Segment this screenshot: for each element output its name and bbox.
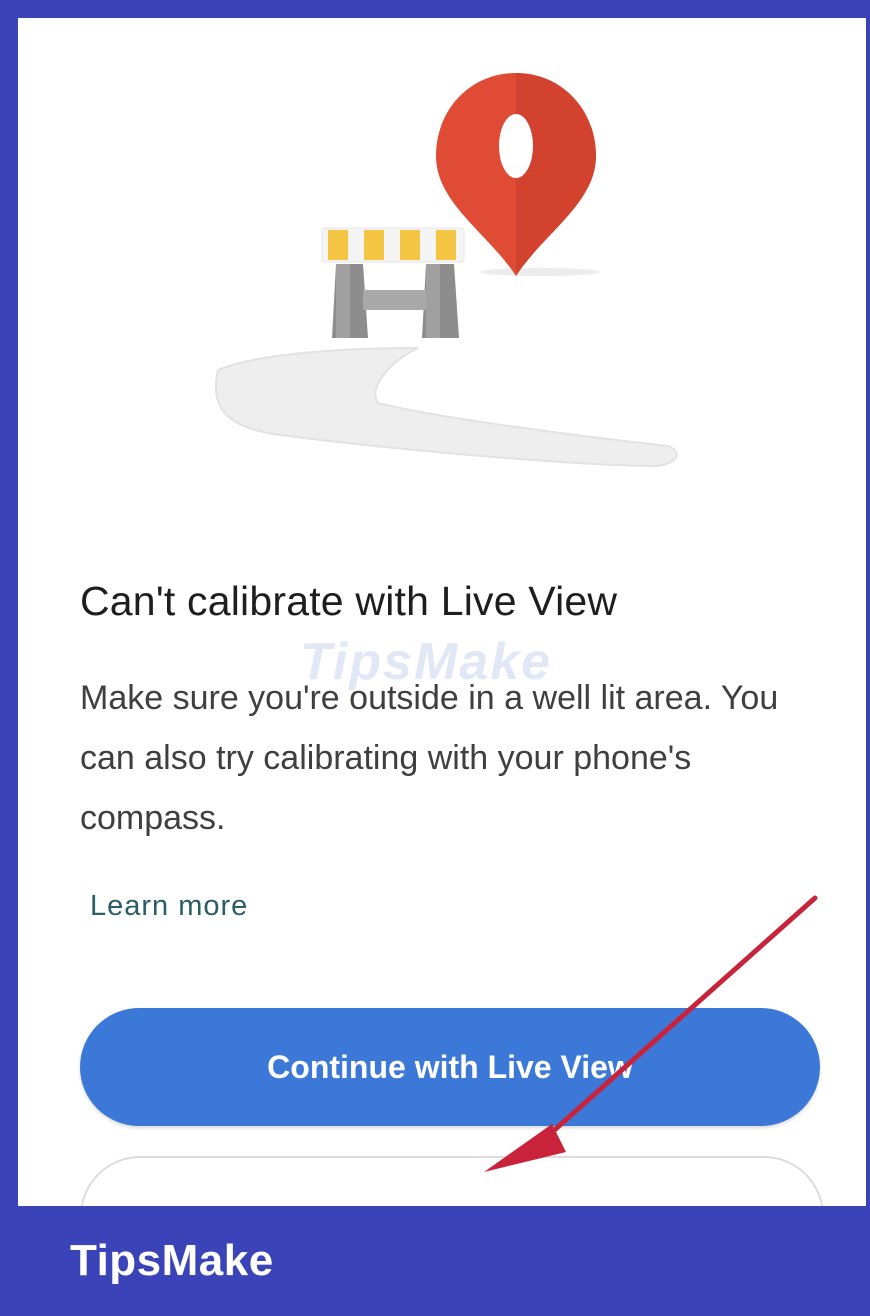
brand-logo-text: TipsMake [70,1236,274,1285]
continue-button-label: Continue with Live View [267,1048,633,1085]
watermark-footer: TipsMake [0,1206,870,1316]
continue-live-view-button[interactable]: Continue with Live View [80,1008,820,1126]
calibration-illustration [214,73,678,468]
road-shape [214,347,678,468]
secondary-button[interactable] [80,1156,824,1206]
dialog-card: Can't calibrate with Live View TipsMake … [18,18,866,1206]
dialog-title: Can't calibrate with Live View [80,578,618,624]
learn-more-link[interactable]: Learn more [90,890,248,923]
road-barrier-icon [321,227,465,338]
pin-shadow [480,268,600,276]
dialog-message: Make sure you're outside in a well lit a… [80,679,779,837]
